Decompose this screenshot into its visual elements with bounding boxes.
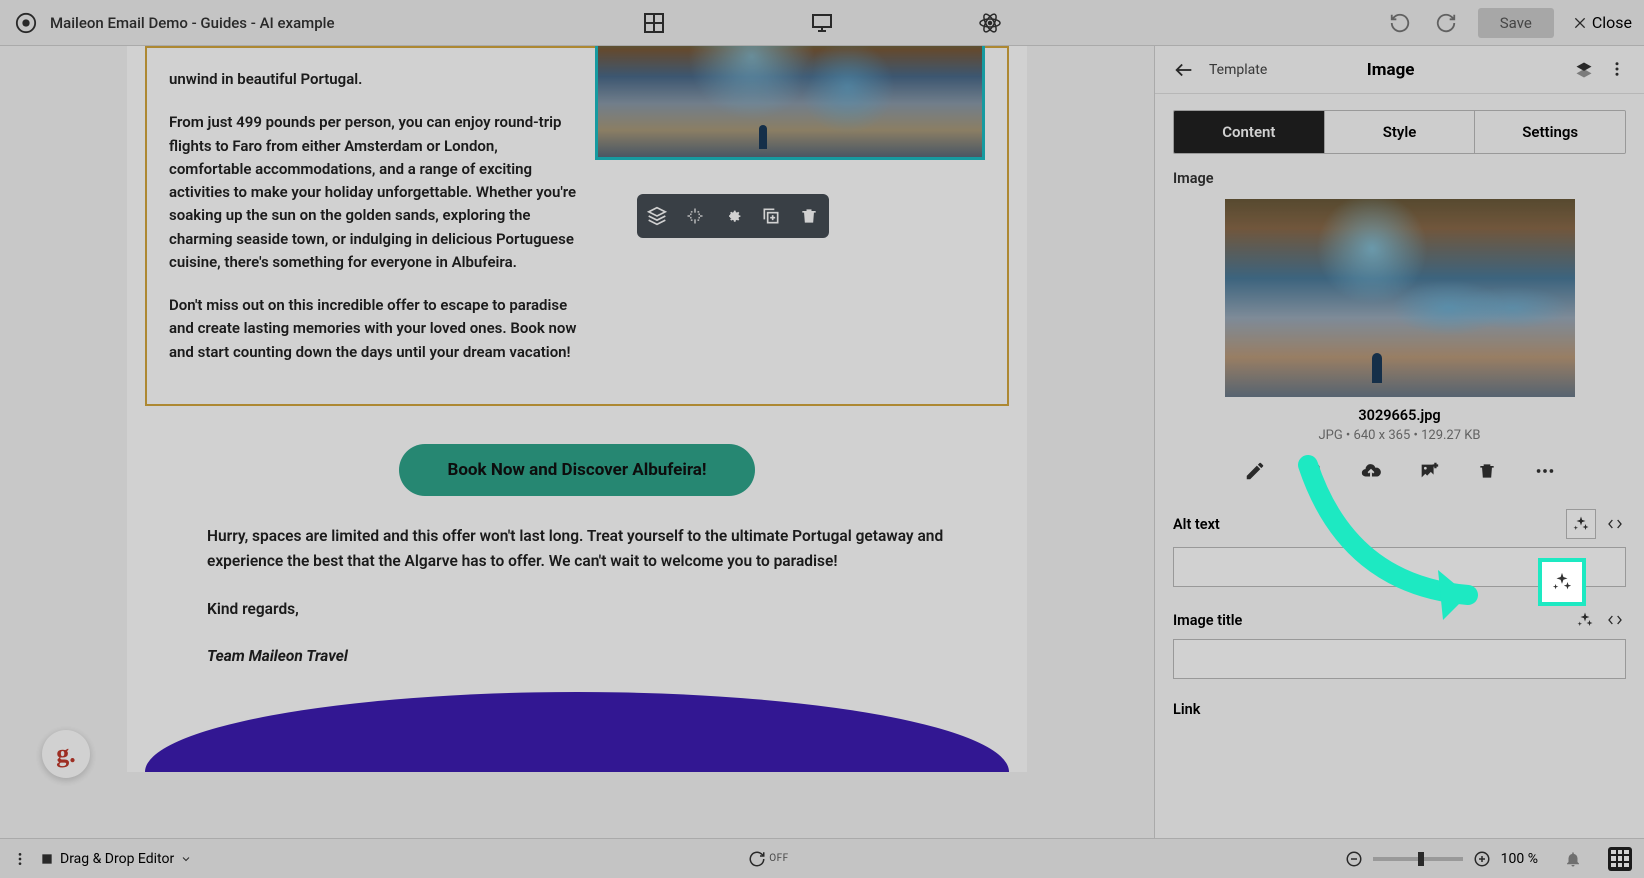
document-title: Maileon Email Demo - Guides - AI example bbox=[50, 14, 335, 32]
help-badge[interactable]: g. bbox=[42, 730, 90, 778]
redo-icon[interactable] bbox=[1432, 9, 1460, 37]
panel-heading: Image bbox=[1221, 60, 1560, 80]
undo-icon[interactable] bbox=[1386, 9, 1414, 37]
apps-grid-icon[interactable] bbox=[1608, 847, 1632, 871]
paragraph-intro-tail: unwind in beautiful Portugal. bbox=[169, 68, 577, 91]
tab-content[interactable]: Content bbox=[1174, 111, 1325, 153]
close-label: Close bbox=[1592, 13, 1632, 32]
delete-icon[interactable] bbox=[797, 204, 821, 228]
editor-mode-label: Drag & Drop Editor bbox=[60, 851, 174, 867]
image-title-input[interactable] bbox=[1173, 639, 1626, 679]
settings-gear-icon[interactable] bbox=[721, 204, 745, 228]
duplicate-icon[interactable] bbox=[759, 204, 783, 228]
add-image-icon[interactable] bbox=[1417, 459, 1441, 483]
layers-icon[interactable] bbox=[645, 204, 669, 228]
alt-text-label: Alt text bbox=[1173, 516, 1220, 533]
sync-off-label: OFF bbox=[769, 853, 788, 864]
desktop-preview-icon[interactable] bbox=[808, 9, 836, 37]
atom-icon[interactable] bbox=[976, 9, 1004, 37]
zoom-out-icon[interactable] bbox=[1345, 850, 1363, 868]
back-arrow-icon[interactable] bbox=[1173, 59, 1195, 81]
tutorial-highlight-ai-button bbox=[1538, 558, 1586, 606]
more-actions-icon[interactable] bbox=[1533, 459, 1557, 483]
selected-image[interactable] bbox=[595, 46, 985, 160]
properties-panel: Template Image Content Style Settings Im… bbox=[1154, 46, 1644, 838]
ai-generate-alt-icon[interactable] bbox=[1566, 509, 1596, 539]
image-filename: 3029665.jpg bbox=[1173, 407, 1626, 424]
code-snippet-title-icon[interactable] bbox=[1604, 609, 1626, 631]
link-label: Link bbox=[1173, 701, 1200, 718]
editor-mode-selector[interactable]: Drag & Drop Editor bbox=[40, 851, 192, 867]
crop-image-icon[interactable] bbox=[1301, 459, 1325, 483]
element-toolbar bbox=[637, 194, 829, 238]
paragraph-offer: From just 499 pounds per person, you can… bbox=[169, 111, 577, 274]
select-icon[interactable] bbox=[683, 204, 707, 228]
close-button[interactable]: Close bbox=[1572, 13, 1632, 32]
code-snippet-icon[interactable] bbox=[1604, 513, 1626, 535]
image-section-label: Image bbox=[1173, 170, 1626, 187]
bottom-more-icon[interactable] bbox=[12, 851, 28, 867]
ai-generate-title-icon[interactable] bbox=[1574, 609, 1596, 631]
regards-text: Kind regards, bbox=[207, 597, 947, 623]
notifications-icon[interactable] bbox=[1564, 850, 1582, 868]
content-block[interactable]: unwind in beautiful Portugal. From just … bbox=[145, 46, 1009, 406]
cta-button[interactable]: Book Now and Discover Albufeira! bbox=[399, 444, 754, 496]
edit-image-icon[interactable] bbox=[1243, 459, 1267, 483]
remove-image-icon[interactable] bbox=[1475, 459, 1499, 483]
outro-paragraph: Hurry, spaces are limited and this offer… bbox=[207, 524, 947, 575]
tab-settings[interactable]: Settings bbox=[1475, 111, 1625, 153]
zoom-in-icon[interactable] bbox=[1473, 850, 1491, 868]
app-logo-icon bbox=[12, 9, 40, 37]
upload-image-icon[interactable] bbox=[1359, 459, 1383, 483]
sync-icon[interactable]: OFF bbox=[748, 850, 788, 868]
footer-divider bbox=[145, 692, 1009, 772]
zoom-level: 100 % bbox=[1501, 851, 1538, 867]
more-menu-icon[interactable] bbox=[1608, 60, 1626, 80]
save-button[interactable]: Save bbox=[1478, 8, 1554, 38]
panel-tabs: Content Style Settings bbox=[1173, 110, 1626, 154]
image-filemeta: JPG • 640 x 365 • 129.27 KB bbox=[1173, 428, 1626, 443]
signature-text: Team Maileon Travel bbox=[207, 644, 947, 670]
image-title-label: Image title bbox=[1173, 612, 1242, 629]
layout-view-icon[interactable] bbox=[640, 9, 668, 37]
zoom-slider[interactable] bbox=[1373, 857, 1463, 861]
tab-style[interactable]: Style bbox=[1325, 111, 1476, 153]
image-preview[interactable] bbox=[1225, 199, 1575, 397]
paragraph-urgency: Don't miss out on this incredible offer … bbox=[169, 294, 577, 364]
cave-beach-image bbox=[598, 46, 982, 157]
layers-panel-icon[interactable] bbox=[1574, 60, 1594, 80]
